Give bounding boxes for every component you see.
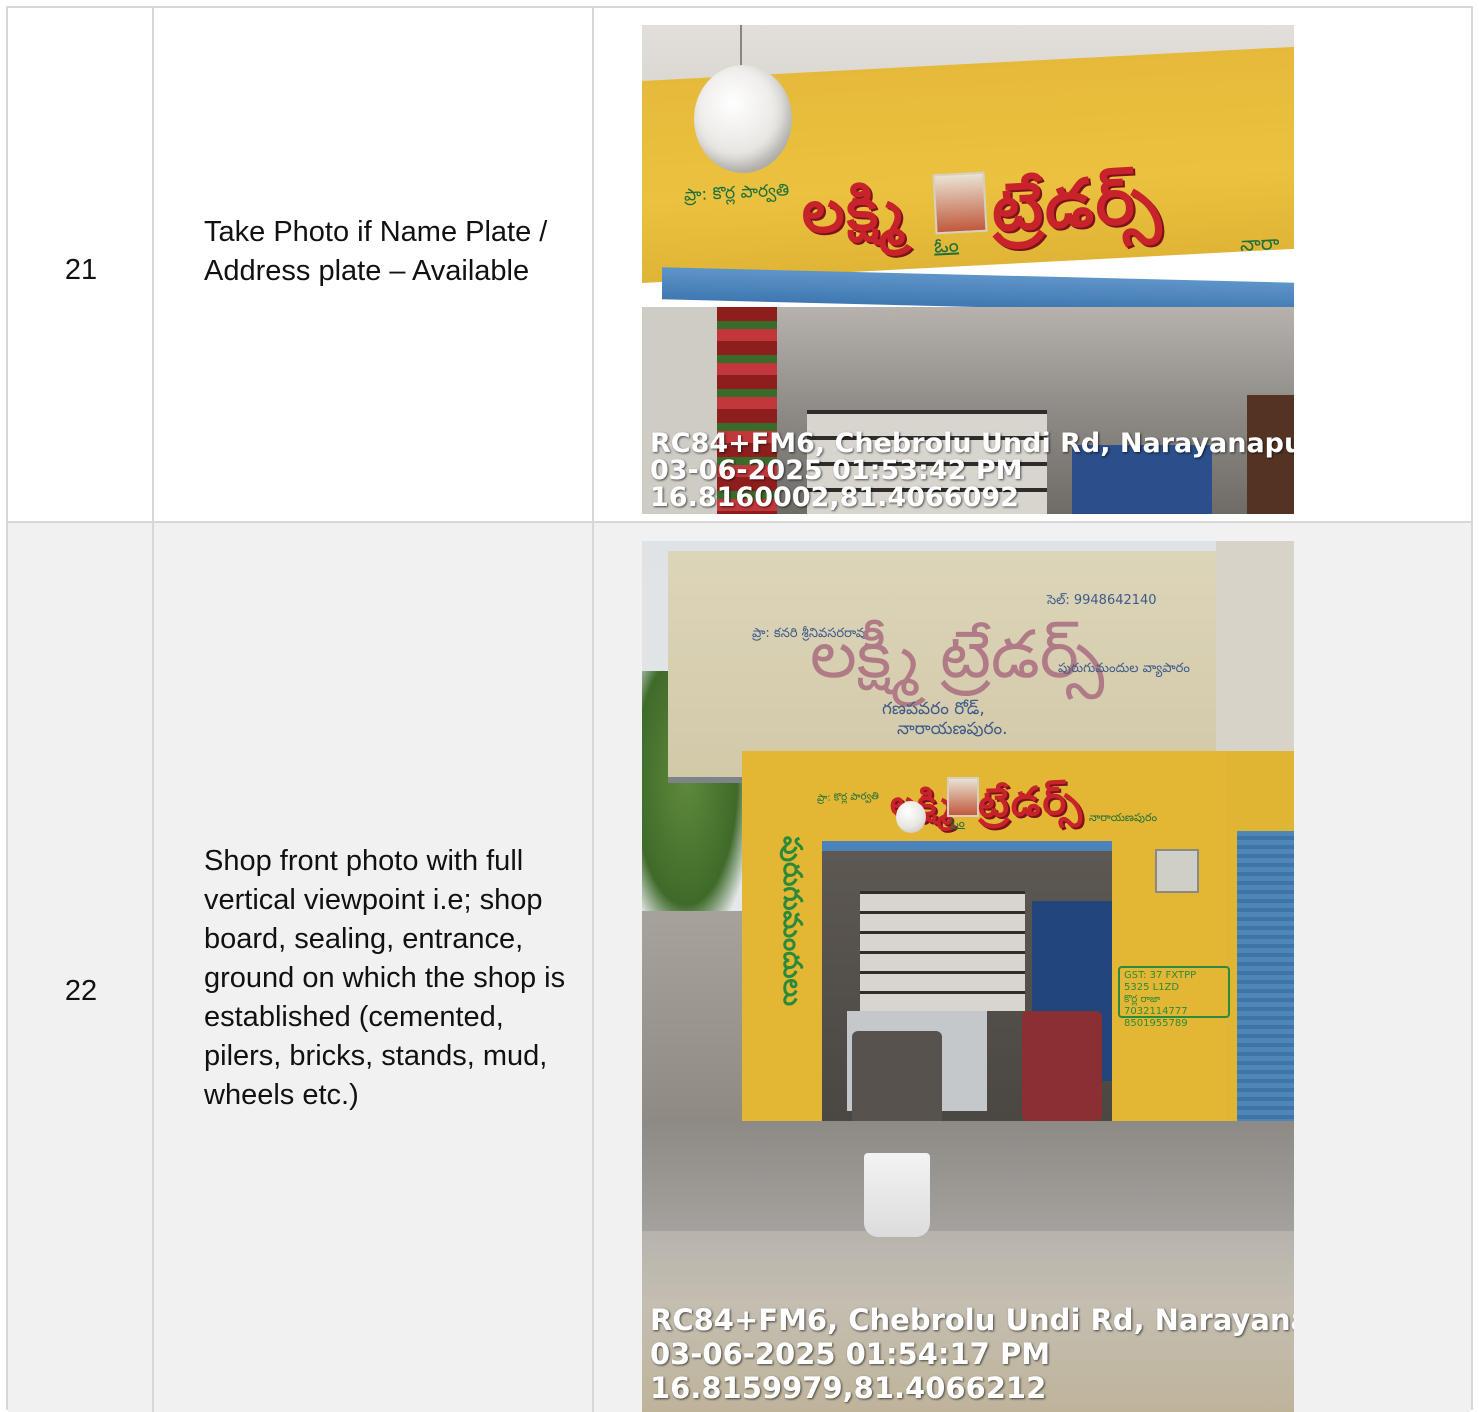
deity-picture bbox=[947, 777, 979, 817]
contact-board: GST: 37 FXTPP 5325 L1ZD కొర్ల రాజా 70321… bbox=[1118, 966, 1230, 1029]
sign-place-text: నారాయణపురం bbox=[1089, 811, 1158, 824]
geo-stamp-address: RC84+FM6, Chebrolu Undi Rd, Narayanapura bbox=[650, 1303, 1294, 1337]
geo-stamp-coordinates: 16.8160002,81.4066092 bbox=[650, 482, 1019, 513]
boundary-wall bbox=[642, 911, 752, 1121]
row-number-cell: 22 bbox=[8, 523, 154, 1412]
row-number: 21 bbox=[64, 254, 98, 286]
hanging-pot bbox=[694, 65, 792, 173]
row-photo-cell: ప్రా: కనరి శ్రీనివసరరావు సెల్: 994864214… bbox=[594, 523, 1471, 1412]
upper-trade-text: పురుగుమందుల వ్యాపారం bbox=[1058, 661, 1190, 676]
row-description: Take Photo if Name Plate / Address plate… bbox=[204, 216, 548, 287]
checklist-table: 21 Take Photo if Name Plate / Address pl… bbox=[6, 6, 1473, 1412]
table-row: 21 Take Photo if Name Plate / Address pl… bbox=[8, 8, 1471, 523]
row-number: 22 bbox=[64, 975, 98, 1007]
rolling-shutter bbox=[1237, 831, 1294, 1136]
adjacent-building bbox=[1216, 541, 1294, 771]
vertical-sign-text: పురుగుమందులు bbox=[777, 836, 807, 1006]
contact-phone-2: 8501955789 bbox=[1124, 1018, 1188, 1029]
sign-name-right: ట్రేడర్స్ bbox=[989, 160, 1164, 247]
contact-gst: GST: 37 FXTPP 5325 L1ZD bbox=[1124, 970, 1197, 993]
sign-om-text: ఓం bbox=[933, 232, 960, 258]
row-description-cell: Take Photo if Name Plate / Address plate… bbox=[154, 8, 594, 521]
deity-picture bbox=[932, 171, 988, 235]
row-description-cell: Shop front photo with full vertical view… bbox=[154, 523, 594, 1412]
row-photo-cell: ప్రా: కొర్ల పార్వతి లక్ష్మి ఓం ట్రేడర్స్… bbox=[594, 8, 1471, 521]
geo-stamp-datetime: 03-06-2025 01:53:42 PM bbox=[650, 455, 1023, 486]
sign-om-text: ఓం bbox=[950, 816, 965, 830]
sign-name-right: ట్రేడర్స్ bbox=[977, 777, 1085, 827]
row-description: Shop front photo with full vertical view… bbox=[204, 845, 566, 1111]
contact-phone-1: 7032114777 bbox=[1124, 1006, 1188, 1017]
contact-name: కొర్ల రాజా bbox=[1124, 994, 1161, 1005]
upper-town-text: నారాయణపురం. bbox=[897, 719, 1008, 739]
table-row: 22 Shop front photo with full vertical v… bbox=[8, 523, 1471, 1412]
product-shelves bbox=[860, 891, 1025, 1011]
geo-stamp-datetime: 03-06-2025 01:54:17 PM bbox=[650, 1337, 1051, 1371]
paint-bucket bbox=[864, 1153, 930, 1237]
geo-stamp-coordinates: 16.8159979,81.4066212 bbox=[650, 1371, 1047, 1405]
shop-front-photo: ప్రా: కనరి శ్రీనివసరరావు సెల్: 994864214… bbox=[642, 541, 1294, 1412]
hanging-pot bbox=[896, 801, 926, 833]
upper-phone-text: సెల్: 9948642140 bbox=[1047, 593, 1157, 608]
sign-owner-text: ప్రా: కొర్ల పార్వతి bbox=[816, 790, 880, 805]
row-number-cell: 21 bbox=[8, 8, 154, 521]
name-plate-photo: ప్రా: కొర్ల పార్వతి లక్ష్మి ఓం ట్రేడర్స్… bbox=[642, 25, 1294, 514]
geo-stamp-address: RC84+FM6, Chebrolu Undi Rd, Narayanapura bbox=[650, 428, 1294, 459]
electric-meter bbox=[1155, 849, 1199, 893]
red-plastic-chair bbox=[1022, 1011, 1102, 1121]
sign-place-text: నారా bbox=[1239, 229, 1281, 257]
sign-name-left: లక్ష్మి bbox=[799, 172, 907, 248]
